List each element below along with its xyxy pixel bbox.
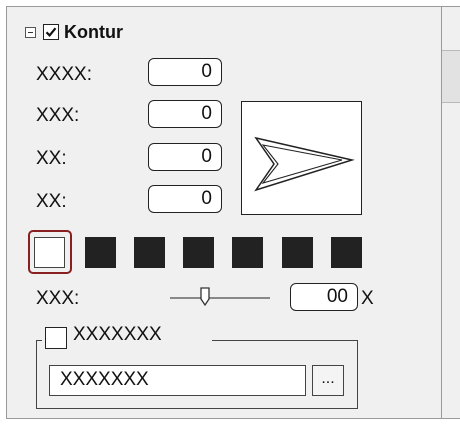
browse-button[interactable]: ... [312,365,344,396]
field-input-4[interactable]: 0 [148,185,222,213]
collapse-toggle-icon[interactable] [25,27,36,38]
color-swatch-3[interactable] [134,237,165,268]
color-swatch-6[interactable] [282,237,313,268]
section-title: Kontur [64,22,123,42]
color-swatch-4[interactable] [183,237,214,268]
slider-thumb[interactable] [199,287,211,307]
slider-value-input[interactable]: 00 [290,283,358,311]
arrowhead-outline-icon [254,136,355,192]
kontur-checkbox[interactable] [43,24,59,40]
color-swatch-7[interactable] [331,237,362,268]
field-input-3[interactable]: 0 [148,143,222,171]
slider-unit: X [361,288,374,309]
color-swatch-5[interactable] [232,237,263,268]
shape-preview [241,101,362,215]
scrollbar-cap [442,7,460,51]
slider-track[interactable] [170,297,270,299]
field-label-4: XX: [36,191,67,212]
field-input-2[interactable]: 0 [148,100,222,128]
color-swatch-1[interactable] [34,237,65,268]
checkmark-icon [45,27,57,38]
slider-label: XXX: [36,288,80,309]
group-checkbox-label: XXXXXXX [73,324,162,345]
group-text-field[interactable]: XXXXXXX [49,365,306,396]
vertical-scrollbar[interactable] [442,6,460,419]
field-label-3: XX: [36,148,67,169]
field-label-2: XXX: [36,105,80,126]
group-checkbox[interactable] [45,327,67,349]
field-input-1[interactable]: 0 [148,58,222,86]
color-swatch-2[interactable] [85,237,116,268]
field-label-1: XXXX: [36,64,92,85]
scrollbar-thumb[interactable] [442,51,460,103]
